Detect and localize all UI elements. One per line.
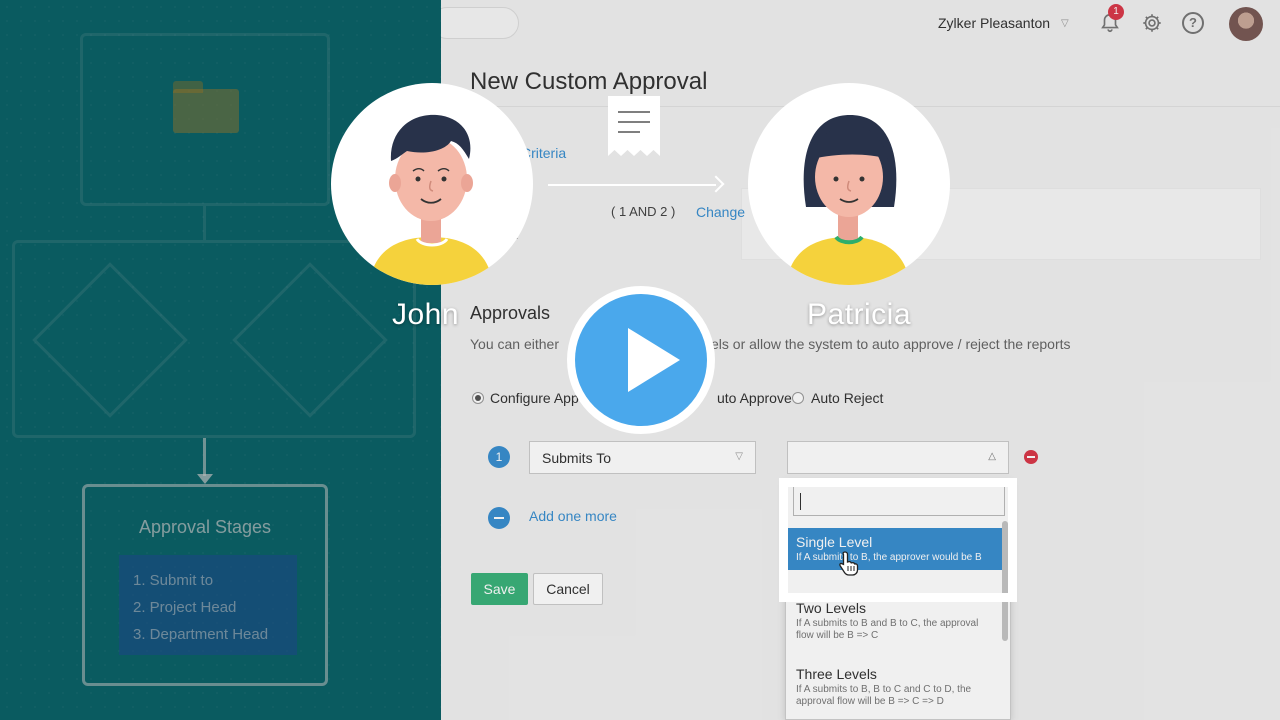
- option-title: Two Levels: [796, 600, 867, 616]
- approvals-heading: Approvals: [470, 303, 551, 323]
- person-patricia-name: Patricia: [807, 298, 912, 331]
- page-title: New Custom Approval: [470, 68, 708, 95]
- flowchart-report-box: [80, 33, 330, 206]
- user-name[interactable]: Zylker Pleasanton: [938, 15, 1050, 31]
- document-icon: [608, 96, 660, 156]
- remove-step-button[interactable]: [1024, 450, 1038, 464]
- radio-auto-approve-label[interactable]: uto Approve: [717, 390, 792, 406]
- play-icon: [628, 328, 680, 392]
- save-button[interactable]: Save: [471, 573, 528, 605]
- chevron-down-icon[interactable]: ▽: [1061, 18, 1069, 29]
- option-description: If A submits to B, B to C and C to D, th…: [796, 684, 972, 707]
- flowchart-connector: [203, 438, 206, 476]
- avatar[interactable]: [1229, 7, 1263, 41]
- radio-configure[interactable]: [472, 392, 484, 404]
- approval-stages-box: Approval Stages 1. Submit to 2. Project …: [82, 484, 328, 686]
- condition-diamond: [232, 262, 388, 418]
- radio-auto-reject[interactable]: [792, 392, 804, 404]
- hand-cursor-icon: [839, 551, 859, 576]
- radio-auto-reject-label[interactable]: Auto Reject: [811, 390, 883, 406]
- step-number-badge: 1: [488, 446, 510, 468]
- dropdown-option-two-levels[interactable]: Two Levels If A submits to B and B to C,…: [786, 594, 1002, 648]
- help-icon[interactable]: ?: [1182, 12, 1204, 34]
- add-icon[interactable]: [488, 507, 510, 529]
- arrow-down-icon: [197, 474, 213, 484]
- change-link[interactable]: Change: [696, 204, 745, 220]
- stage-item: 1. Submit to: [133, 572, 214, 589]
- notification-badge: 1: [1108, 4, 1124, 20]
- cancel-button[interactable]: Cancel: [533, 573, 603, 605]
- condition-diamond: [32, 262, 188, 418]
- stage-item: 3. Department Head: [133, 626, 269, 643]
- flowchart-condition-box: [12, 240, 416, 438]
- highlight-frame: [779, 478, 1017, 602]
- person-john-avatar: [331, 83, 533, 285]
- approvals-description: You can either: [470, 336, 559, 352]
- approval-stages-title: Approval Stages: [138, 517, 272, 537]
- search-input[interactable]: [441, 7, 519, 39]
- gear-icon[interactable]: [1141, 12, 1163, 34]
- top-bar: Zylker Pleasanton ▽ 1 ?: [441, 0, 1280, 48]
- dropdown-option-three-levels[interactable]: Three Levels If A submits to B, B to C a…: [786, 660, 1002, 714]
- approval-stages-list: 1. Submit to 2. Project Head 3. Departme…: [119, 555, 297, 655]
- approvals-description: els or allow the system to auto approve …: [711, 336, 1071, 352]
- handoff-arrow: [548, 184, 716, 186]
- submits-to-select[interactable]: Submits To ▽: [529, 441, 756, 474]
- play-button[interactable]: [567, 286, 715, 434]
- flowchart-connector: [203, 206, 206, 240]
- submits-to-value: Submits To: [542, 450, 611, 466]
- patricia-illustration: [786, 115, 910, 285]
- play-button-circle: [575, 294, 707, 426]
- chevron-down-icon: ▽: [735, 451, 743, 462]
- chevron-up-icon: △: [988, 451, 996, 462]
- folder-icon: [173, 81, 239, 133]
- add-one-more-link[interactable]: Add one more: [529, 508, 617, 524]
- stage-item: 2. Project Head: [133, 599, 237, 616]
- option-description: If A submits to B and B to C, the approv…: [796, 618, 979, 641]
- criteria-pattern: ( 1 AND 2 ): [611, 204, 676, 219]
- radio-configure-label[interactable]: Configure App: [490, 390, 579, 406]
- approval-level-select[interactable]: △: [787, 441, 1009, 474]
- john-illustration: [369, 114, 493, 285]
- person-john-name: John: [392, 298, 460, 331]
- option-title: Three Levels: [796, 666, 877, 682]
- person-patricia-avatar: [748, 83, 950, 285]
